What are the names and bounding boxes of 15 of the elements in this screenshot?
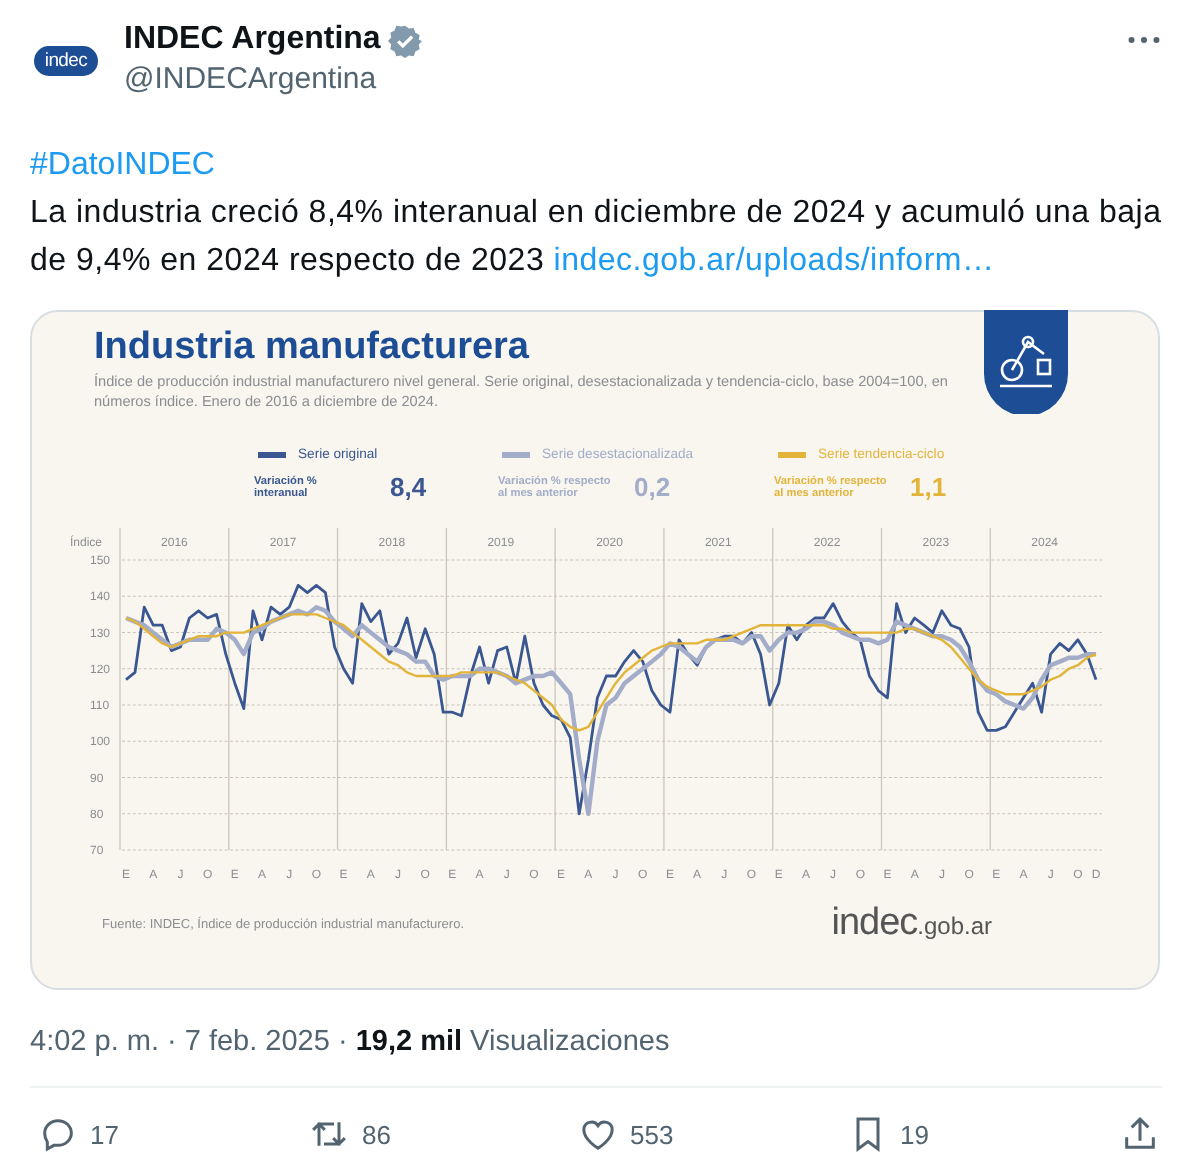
indicator-value: 8,4 (390, 472, 427, 502)
avatar[interactable]: indec (30, 24, 102, 96)
action-count: 553 (630, 1119, 674, 1149)
indicator-value: 1,1 (910, 472, 947, 502)
action-count: 17 (90, 1119, 119, 1149)
author-name[interactable]: INDEC Argentina (124, 22, 381, 58)
infographic-title: Industria manufacturera (94, 324, 531, 372)
author-handle[interactable]: @INDECArgentina (124, 62, 1128, 96)
tweet-text: La industria creció 8,4% interanual en diciembre de 2024 y acumuló una baja de 9,4% en 2024 respecto de 2023 indec.gob.ar/uploads/inform… (30, 194, 1164, 282)
indec-logo-text: indec.gob.ar (831, 902, 992, 946)
action-count: 86 (362, 1119, 391, 1149)
avatar-logo-text: indec (34, 45, 98, 75)
action-count: 19 (900, 1119, 929, 1149)
indicator-value: 0,2 (634, 472, 671, 502)
post-meta: 4:02 p. m. · 7 feb. 2025 · 19,2 mil Visualizaciones (30, 1026, 1162, 1088)
